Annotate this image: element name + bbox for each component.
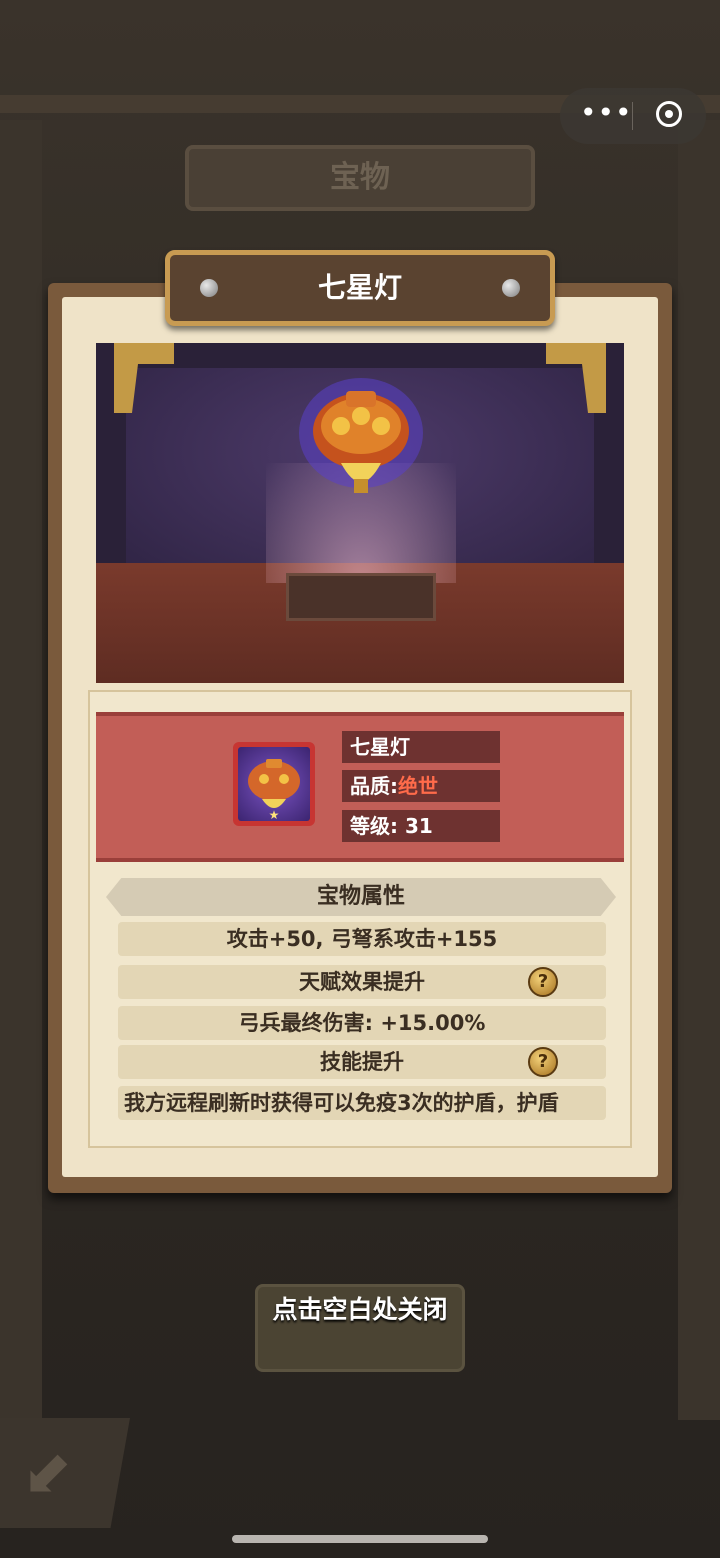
talent-help-icon[interactable]: ?: [528, 967, 558, 997]
rivet-icon: [502, 279, 520, 297]
back-button[interactable]: ⬋: [0, 1418, 130, 1528]
talent-value-row: 弓兵最终伤害: +15.00%: [118, 1006, 606, 1040]
background-pillar-left: [0, 120, 42, 1420]
level-label: 等级:: [350, 814, 398, 838]
target-circle-icon[interactable]: [656, 101, 682, 127]
quality-value: 绝世: [398, 774, 438, 798]
svg-text:★: ★: [269, 808, 280, 821]
more-dots-icon[interactable]: •••: [580, 96, 633, 129]
item-level-tag: 等级: 31: [342, 810, 500, 842]
item-quality-tag: 品质:绝世: [342, 770, 500, 802]
item-name: 七星灯: [350, 735, 410, 759]
talent-value-text: 弓兵最终伤害: +15.00%: [238, 1011, 486, 1035]
talent-header-text: 天赋效果提升: [299, 970, 425, 994]
background-pillar-right: [678, 120, 720, 1420]
home-indicator[interactable]: [232, 1535, 488, 1543]
mini-program-capsule: •••: [560, 88, 706, 144]
treasure-showcase: [96, 343, 624, 683]
quality-label: 品质:: [350, 774, 398, 798]
base-stats-text: 攻击+50, 弓弩系攻击+155: [226, 927, 498, 951]
attributes-header: 宝物属性: [106, 878, 616, 916]
skill-header-text: 技能提升: [320, 1050, 404, 1074]
skill-header-row: 技能提升 ?: [118, 1045, 606, 1079]
lantern-item-icon: ★: [238, 747, 310, 821]
level-value: 31: [404, 814, 433, 838]
capsule-divider: [632, 102, 633, 130]
dialog-title-plate: 七星灯: [165, 250, 555, 326]
close-hint[interactable]: 点击空白处关闭: [255, 1290, 465, 1326]
seven-star-lantern-icon: [299, 378, 423, 493]
skill-help-icon[interactable]: ?: [528, 1047, 558, 1077]
base-stats-row: 攻击+50, 弓弩系攻击+155: [118, 922, 606, 956]
item-name-tag: 七星灯: [342, 731, 500, 763]
back-arrow-icon: ⬋: [22, 1438, 73, 1508]
pedestal: [286, 573, 436, 621]
talent-header-row: 天赋效果提升 ?: [118, 965, 606, 999]
dialog-title: 七星灯: [317, 271, 402, 304]
background-panel-title: 宝物: [185, 145, 535, 211]
skill-value-row: 我方远程刷新时获得可以免疫3次的护盾，护盾: [118, 1086, 606, 1120]
item-icon-frame: ★: [233, 742, 315, 826]
skill-value-text: 我方远程刷新时获得可以免疫3次的护盾，护盾: [124, 1091, 559, 1115]
